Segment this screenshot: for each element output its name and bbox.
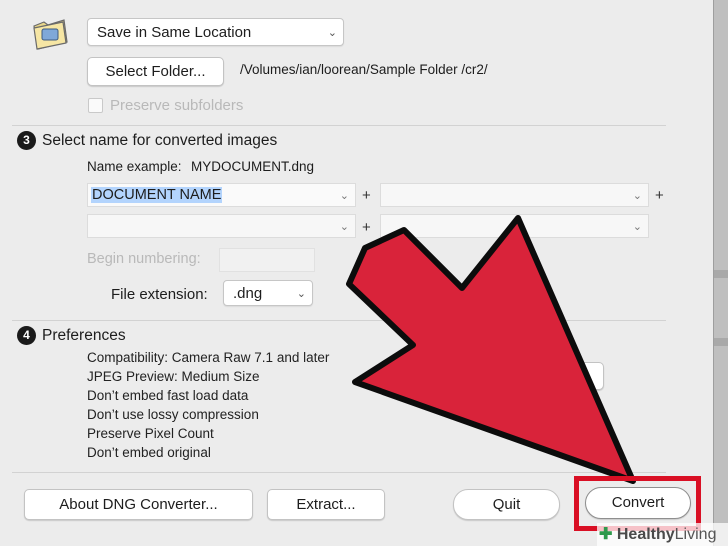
plus-icon: ✚ — [599, 526, 613, 543]
watermark-brand-suffix: Living — [674, 526, 717, 543]
healthy-living-watermark: ✚ HealthyLiving — [597, 523, 728, 546]
red-arrow-annotation — [346, 215, 636, 484]
watermark-brand: Healthy — [616, 526, 675, 543]
